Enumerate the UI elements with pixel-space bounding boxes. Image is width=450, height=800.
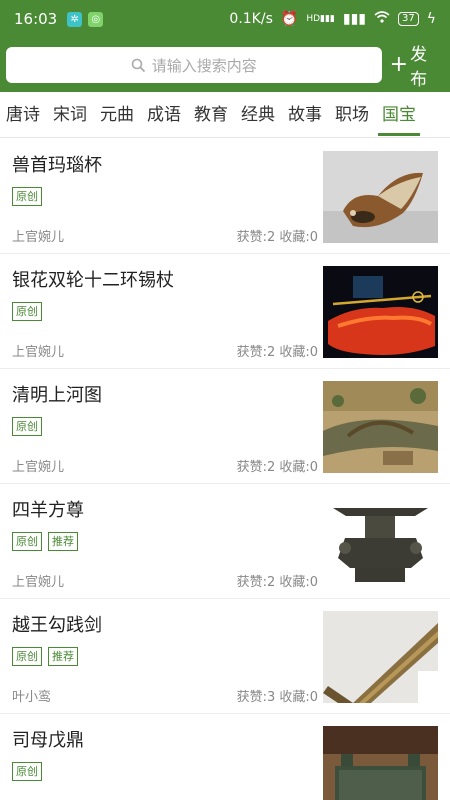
item-tags: 原创 推荐 <box>12 532 78 551</box>
qingming-painting-image <box>323 381 438 473</box>
tab-chengyu[interactable]: 成语 <box>147 92 181 138</box>
item-title: 越王勾践剑 <box>12 615 102 636</box>
tag-badge: 原创 <box>12 762 42 781</box>
four-ram-zun-image <box>323 496 438 588</box>
item-stats: 获赞:2 收藏:0 <box>236 460 318 475</box>
tab-label: 故事 <box>288 104 322 125</box>
tag-badge: 原创 <box>12 647 42 666</box>
search-icon <box>131 58 145 72</box>
item-tags: 原创 <box>12 417 42 436</box>
list-item[interactable]: 越王勾践剑 原创 推荐 叶小鸾 获赞:3 收藏:0 <box>0 599 450 714</box>
simuwu-ding-image <box>323 726 438 800</box>
item-stats: 获赞:2 收藏:0 <box>236 575 318 590</box>
tab-tangshi[interactable]: 唐诗 <box>6 92 40 138</box>
battery-icon: 37 <box>398 12 419 26</box>
category-tabs: 唐诗 宋词 元曲 成语 教育 经典 故事 职场 国宝 <box>0 92 450 138</box>
item-author: 上官婉儿 <box>12 460 65 475</box>
list-item[interactable]: 司母戊鼎 原创 <box>0 714 450 800</box>
item-stats: 获赞:2 收藏:0 <box>236 345 318 360</box>
item-thumbnail <box>323 611 438 703</box>
item-author: 叶小鸾 <box>12 690 52 705</box>
publish-label: 发布 <box>410 45 428 90</box>
tab-zhichang[interactable]: 职场 <box>335 92 369 138</box>
agate-cup-image <box>323 151 438 243</box>
tag-badge: 原创 <box>12 302 42 321</box>
item-thumbnail <box>323 496 438 588</box>
goujian-sword-image <box>323 611 438 703</box>
tab-guobao[interactable]: 国宝 <box>378 92 420 138</box>
app-header: 请输入搜索内容 + 发布 <box>0 38 450 92</box>
item-tags: 原创 <box>12 762 42 781</box>
tab-label: 教育 <box>194 104 228 125</box>
signal-icon: ▮▮▮ <box>342 11 367 27</box>
tab-gushi[interactable]: 故事 <box>288 92 322 138</box>
tab-jiaoyu[interactable]: 教育 <box>194 92 228 138</box>
list-item[interactable]: 清明上河图 原创 上官婉儿 获赞:2 收藏:0 <box>0 369 450 484</box>
alarm-icon: ⏰ <box>280 11 299 27</box>
item-title: 司母戊鼎 <box>12 730 84 751</box>
tab-jingdian[interactable]: 经典 <box>241 92 275 138</box>
publish-button[interactable]: + 发布 <box>390 40 444 90</box>
tab-label: 成语 <box>147 104 181 125</box>
tag-badge: 推荐 <box>48 647 78 666</box>
item-title: 四羊方尊 <box>12 500 84 521</box>
tab-label: 经典 <box>241 104 275 125</box>
item-thumbnail <box>323 266 438 358</box>
battery-level: 37 <box>402 13 415 24</box>
list-item[interactable]: 四羊方尊 原创 推荐 上官婉儿 获赞:2 收藏:0 <box>0 484 450 599</box>
tin-staff-image <box>323 266 438 358</box>
wifi-icon <box>374 11 390 27</box>
tag-badge: 原创 <box>12 532 42 551</box>
item-thumbnail <box>323 381 438 473</box>
list-item[interactable]: 银花双轮十二环锡杖 原创 上官婉儿 获赞:2 收藏:0 <box>0 254 450 369</box>
status-time: 16:03 <box>14 10 58 28</box>
wechat-notification-icon: ◎ <box>88 11 104 27</box>
tab-yuanqu[interactable]: 元曲 <box>100 92 134 138</box>
search-input[interactable]: 请输入搜索内容 <box>6 47 382 83</box>
item-tags: 原创 <box>12 187 42 206</box>
tab-label: 宋词 <box>53 104 87 125</box>
tab-label: 国宝 <box>382 104 416 125</box>
item-title: 清明上河图 <box>12 385 102 406</box>
item-title: 银花双轮十二环锡杖 <box>12 270 174 291</box>
search-placeholder: 请输入搜索内容 <box>151 56 257 75</box>
article-list: 兽首玛瑙杯 原创 上官婉儿 获赞:2 收藏:0 银花双轮十二环锡杖 原创 上官婉… <box>0 139 450 800</box>
item-title: 兽首玛瑙杯 <box>12 155 102 176</box>
item-tags: 原创 <box>12 302 42 321</box>
item-stats: 获赞:3 收藏:0 <box>236 690 318 705</box>
tag-badge: 推荐 <box>48 532 78 551</box>
item-author: 上官婉儿 <box>12 575 65 590</box>
status-bar: 16:03 ✲ ◎ 0.1K/s ⏰ HD▮▮▮ ▮▮▮ 37 ϟ <box>0 0 450 38</box>
tag-badge: 原创 <box>12 417 42 436</box>
list-item[interactable]: 兽首玛瑙杯 原创 上官婉儿 获赞:2 收藏:0 <box>0 139 450 254</box>
item-author: 上官婉儿 <box>12 345 65 360</box>
app-notification-icon: ✲ <box>67 11 83 27</box>
item-thumbnail <box>323 151 438 243</box>
item-stats: 获赞:2 收藏:0 <box>236 230 318 245</box>
tab-label: 职场 <box>335 104 369 125</box>
network-speed: 0.1K/s <box>229 11 273 27</box>
signal-hd-label: HD <box>306 14 321 24</box>
item-thumbnail <box>323 726 438 800</box>
tab-label: 唐诗 <box>6 104 40 125</box>
tab-label: 元曲 <box>100 104 134 125</box>
charging-icon: ϟ <box>426 11 436 27</box>
tag-badge: 原创 <box>12 187 42 206</box>
item-author: 上官婉儿 <box>12 230 65 245</box>
plus-icon: + <box>389 52 409 77</box>
status-indicators: 0.1K/s ⏰ HD▮▮▮ ▮▮▮ 37 ϟ <box>229 11 436 27</box>
tab-songci[interactable]: 宋词 <box>53 92 87 138</box>
item-tags: 原创 推荐 <box>12 647 78 666</box>
signal-hd-icon: HD▮▮▮ <box>306 14 335 24</box>
